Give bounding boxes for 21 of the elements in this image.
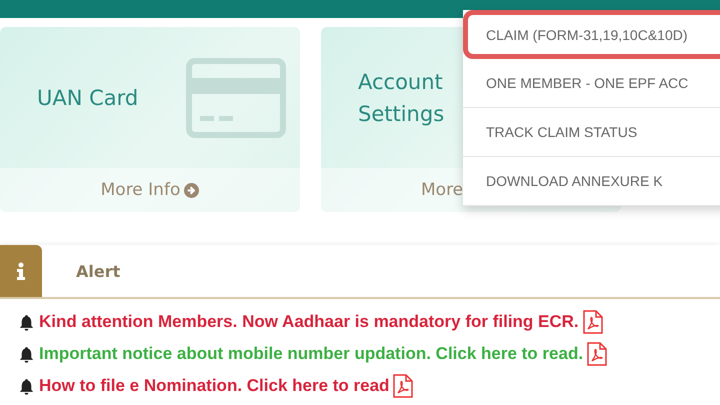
card-title: Account Settings — [358, 68, 446, 128]
alert-link[interactable]: Important notice about mobile number updation. Click here to read. — [39, 344, 584, 364]
bell-icon — [18, 346, 35, 362]
pdf-icon[interactable] — [587, 342, 608, 366]
arrow-circle-icon — [184, 182, 200, 198]
alert-link[interactable]: Kind attention Members. Now Aadhaar is mandatory for filing ECR. — [39, 312, 579, 332]
menu-item[interactable]: CLAIM (FORM-31,19,10C&10D) — [463, 10, 720, 59]
menu-item[interactable]: TRACK CLAIM STATUS — [463, 108, 720, 157]
more-info-link[interactable]: More — [421, 180, 464, 200]
card-title: UAN Card — [37, 84, 140, 112]
bell-icon — [18, 378, 35, 394]
pdf-icon[interactable] — [582, 310, 603, 334]
more-info-link[interactable]: More Info — [100, 180, 180, 200]
alert-link[interactable]: How to file e Nomination. Click here to read — [39, 376, 390, 396]
info-icon — [0, 245, 42, 297]
card-icon — [186, 58, 286, 138]
alert-title: Alert — [76, 262, 120, 280]
menu-item[interactable]: ONE MEMBER - ONE EPF ACC — [463, 59, 720, 108]
menu-item[interactable]: DOWNLOAD ANNEXURE K — [463, 157, 720, 206]
pdf-icon[interactable] — [393, 374, 414, 398]
bell-icon — [18, 314, 35, 330]
